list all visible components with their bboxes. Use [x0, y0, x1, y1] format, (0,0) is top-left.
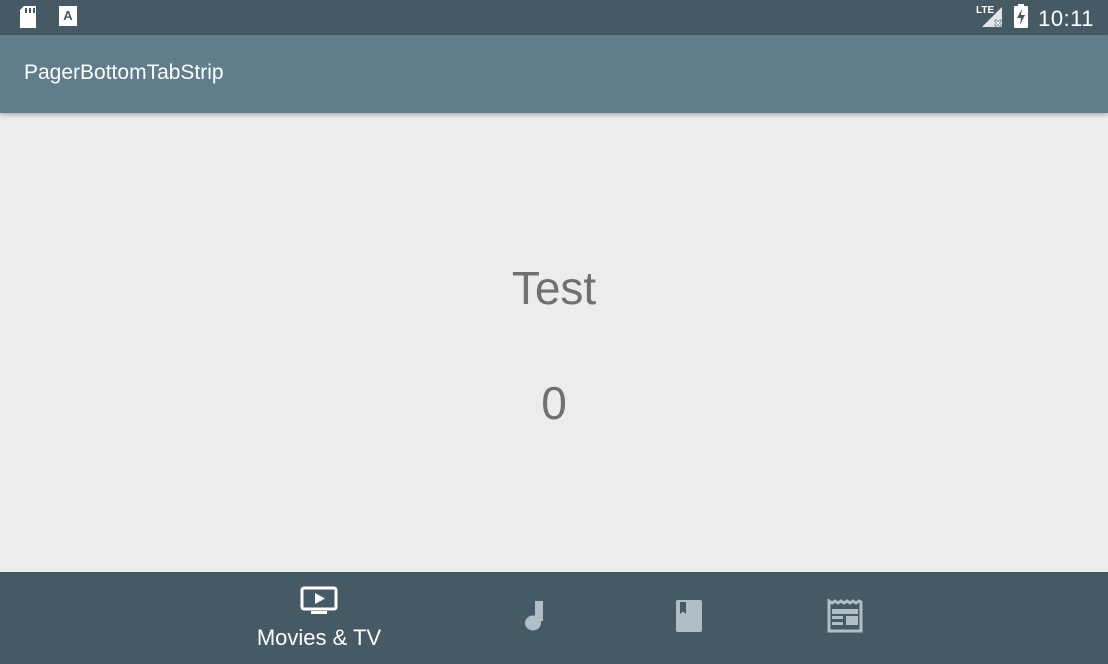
status-time: 10:11 [1038, 5, 1094, 31]
tv-play-icon [300, 586, 338, 621]
status-left-icons: A [18, 5, 78, 34]
svg-text:A: A [63, 8, 73, 23]
status-right-icons: LTE 10:11 [976, 3, 1094, 34]
status-bar: A LTE 10:11 [0, 0, 1108, 35]
newspaper-icon [827, 597, 863, 638]
lte-signal-icon: LTE [976, 3, 1004, 34]
music-note-icon [520, 599, 548, 638]
content-area: Test 0 [0, 113, 1108, 572]
network-label: LTE [976, 5, 994, 16]
bottom-tab-strip: Movies & TV [0, 572, 1108, 664]
tab-books[interactable] [609, 572, 769, 664]
app-bar: PagerBottomTabStrip [0, 35, 1108, 113]
battery-charging-icon [1014, 4, 1029, 33]
content-title: Test [511, 262, 597, 314]
text-a-icon: A [58, 5, 78, 34]
tab-music[interactable] [454, 572, 614, 664]
tab-newsstand[interactable] [765, 572, 925, 664]
tab-movies-tv[interactable]: Movies & TV [239, 572, 399, 664]
tab-label-movies-tv: Movies & TV [256, 624, 382, 650]
sd-card-icon [18, 5, 38, 34]
app-title: PagerBottomTabStrip [24, 61, 224, 84]
book-icon [675, 599, 703, 638]
content-count: 0 [541, 377, 567, 429]
